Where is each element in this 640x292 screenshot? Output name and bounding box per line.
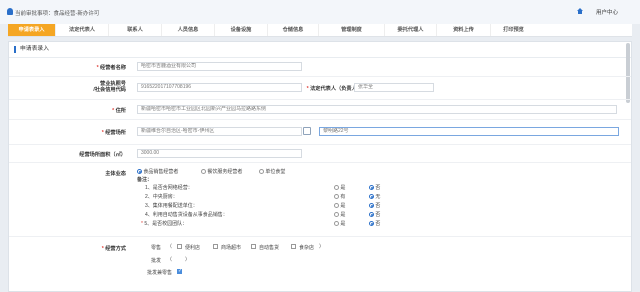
row-operator-name: * 经营者名称 哈密市吉鹿酒业有限公司 (9, 58, 631, 77)
premises-label: * 经营场所 (101, 130, 126, 136)
row-address: * 住所 新疆哈密市哈密市工业园区北园新兴产业园乌拉路路东侧 (9, 100, 631, 120)
step-tabs: 申请表录入 法定代表人 联系人 人员信息 设备设施 仓储信息 管理制度 委托代理… (8, 24, 632, 37)
retail-paren-open: （ (167, 244, 173, 250)
checkbox-vending[interactable] (251, 244, 256, 249)
tab-legal-representative[interactable]: 法定代表人 (56, 24, 109, 36)
radio-canteen[interactable] (259, 169, 264, 175)
address-input[interactable]: 新疆哈密市哈密市工业园区北园新兴产业园乌拉路路东侧 (137, 105, 617, 114)
q3-no[interactable]: 否 (369, 202, 380, 209)
option-canteen[interactable]: 单位食堂 (259, 168, 285, 175)
q3-yes[interactable]: 是 (334, 202, 345, 209)
q2-yes[interactable]: 有 (334, 193, 345, 200)
q1-yes[interactable]: 是 (334, 184, 345, 191)
form-panel: 申请表录入 * 经营者名称 哈密市吉鹿酒业有限公司 营业执照号/社会信用代码 9… (8, 41, 632, 292)
operator-name-input[interactable]: 哈密市吉鹿酒业有限公司 (137, 62, 302, 71)
wholesale-paren-open: （ (167, 257, 173, 263)
remark-label: 备注： (137, 177, 153, 183)
tab-agent[interactable]: 委托代理人 (385, 24, 437, 36)
panel-title: 申请表录入 (14, 46, 49, 53)
option-grocery: 食杂店 (299, 245, 315, 251)
option-vending: 自动售货 (259, 245, 280, 251)
q5-no[interactable]: 否 (369, 220, 380, 227)
question-5: * 5、是否校园团队： (141, 221, 188, 227)
operation-mode-label: * 经营方式 (101, 246, 126, 252)
option-catering[interactable]: 餐饮服务经营者 (201, 168, 242, 175)
checkbox-wholesale-retail[interactable] (177, 268, 182, 274)
q1-no[interactable]: 否 (369, 184, 380, 191)
q4-yes[interactable]: 是 (334, 211, 345, 218)
wholesale-label: 批发 (151, 258, 162, 264)
question-4: 4、利用自动售货设备从事食品销售： (145, 212, 228, 218)
tab-management[interactable]: 管理制度 (319, 24, 385, 36)
tab-storage[interactable]: 仓储信息 (268, 24, 319, 36)
retail-label: 零售 (151, 245, 162, 251)
tab-equipment[interactable]: 设备设施 (215, 24, 268, 36)
tab-upload[interactable]: 资料上传 (437, 24, 491, 36)
q4-no[interactable]: 否 (369, 211, 380, 218)
row-area: 经营场所面积（㎡） 3000.00 (9, 145, 631, 163)
question-2: 2、中央厨房： (145, 194, 178, 200)
top-bar: 当前审批事项：食品经营-新办许可 用户中心 (0, 0, 640, 24)
area-input[interactable]: 3000.00 (137, 149, 302, 158)
home-icon[interactable] (577, 8, 583, 14)
legal-rep-input[interactable]: 张华全 (354, 83, 434, 92)
area-label: 经营场所面积（㎡） (79, 152, 126, 158)
user-center-link[interactable]: 用户中心 (596, 8, 618, 16)
row-operation-mode: * 经营方式 零售 （ 便利店 商场超市 自动售货 食杂店 ） 批发 （ ） 批… (9, 237, 631, 287)
license-input[interactable]: 91652201710770819​6 (137, 83, 302, 92)
tab-application-entry[interactable]: 申请表录入 (8, 24, 56, 36)
chain-label: 批发兼零售 (147, 270, 173, 276)
main-type-label: 主体业态 (105, 171, 126, 177)
row-premises: * 经营场所 新疆维吾尔自治区-哈密市-伊州区 黎明路22号 (9, 120, 631, 145)
row-main-type: 主体业态 食品销售经营者 餐饮服务经营者 单位食堂 备注： 1、是否含网络经营：… (9, 163, 631, 237)
option-convenience-store: 便利店 (185, 245, 201, 251)
checkbox-supermarket[interactable] (213, 244, 218, 249)
premises-detail-input[interactable]: 黎明路22号 (319, 127, 619, 136)
option-food-sales[interactable]: 食品销售经营者 (137, 168, 178, 175)
question-3: 3、集体用餐配送单位： (145, 203, 198, 209)
radio-food-sales[interactable] (137, 169, 142, 175)
option-supermarket: 商场超市 (221, 245, 242, 251)
q5-yes[interactable]: 是 (334, 220, 345, 227)
tab-contact[interactable]: 联系人 (109, 24, 162, 36)
license-label: 营业执照号/社会信用代码 (93, 81, 126, 93)
checkbox-convenience-store[interactable] (177, 244, 182, 249)
question-1: 1、是否含网络经营： (145, 185, 193, 191)
tab-print-preview[interactable]: 打印预览 (491, 24, 536, 36)
breadcrumb: 当前审批事项：食品经营-新办许可 (15, 11, 100, 17)
retail-paren-close: ） (319, 244, 325, 250)
q2-no[interactable]: 无 (369, 193, 380, 200)
premises-region-select[interactable]: 新疆维吾尔自治区-哈密市-伊州区 (137, 127, 302, 136)
radio-catering[interactable] (201, 169, 206, 175)
location-pin-icon (7, 8, 13, 15)
tab-personnel[interactable]: 人员信息 (162, 24, 215, 36)
checkbox-grocery[interactable] (291, 244, 296, 249)
wholesale-paren-close: ） (185, 257, 191, 263)
operator-name-label: * 经营者名称 (96, 65, 126, 71)
address-label: * 住所 (112, 108, 126, 114)
row-license: 营业执照号/社会信用代码 91652201710770819​6 * 法定代表人… (9, 77, 631, 100)
map-picker-icon[interactable] (303, 127, 311, 135)
